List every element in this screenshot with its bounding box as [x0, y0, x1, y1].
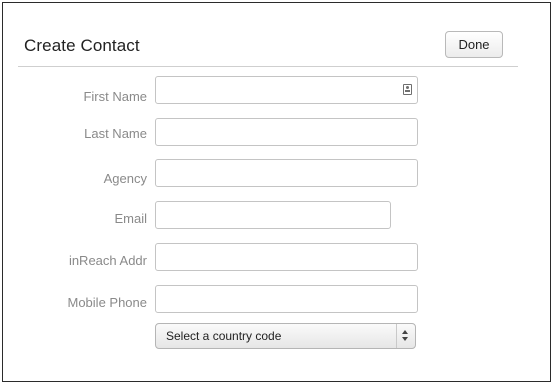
first-name-input[interactable] [155, 76, 418, 104]
inreach-addr-input[interactable] [155, 243, 418, 271]
arrow-down-icon [402, 337, 408, 341]
last-name-input[interactable] [155, 118, 418, 146]
agency-input[interactable] [155, 159, 418, 187]
email-label: Email [114, 211, 147, 226]
header-divider [18, 66, 518, 67]
first-name-label: First Name [83, 89, 147, 104]
country-code-select[interactable]: Select a country code [155, 323, 416, 349]
done-button[interactable]: Done [445, 31, 503, 58]
up-down-arrows-icon [396, 324, 415, 348]
contact-card-icon[interactable] [403, 84, 412, 95]
email-input[interactable] [155, 201, 391, 229]
agency-label: Agency [103, 171, 147, 186]
mobile-phone-label: Mobile Phone [67, 295, 148, 310]
mobile-phone-input[interactable] [155, 285, 418, 313]
dialog-title: Create Contact [24, 36, 140, 55]
inreach-addr-label: inReach Addr [68, 253, 147, 268]
last-name-label: Last Name [84, 126, 147, 141]
country-code-selected: Select a country code [166, 329, 282, 343]
arrow-up-icon [402, 330, 408, 334]
